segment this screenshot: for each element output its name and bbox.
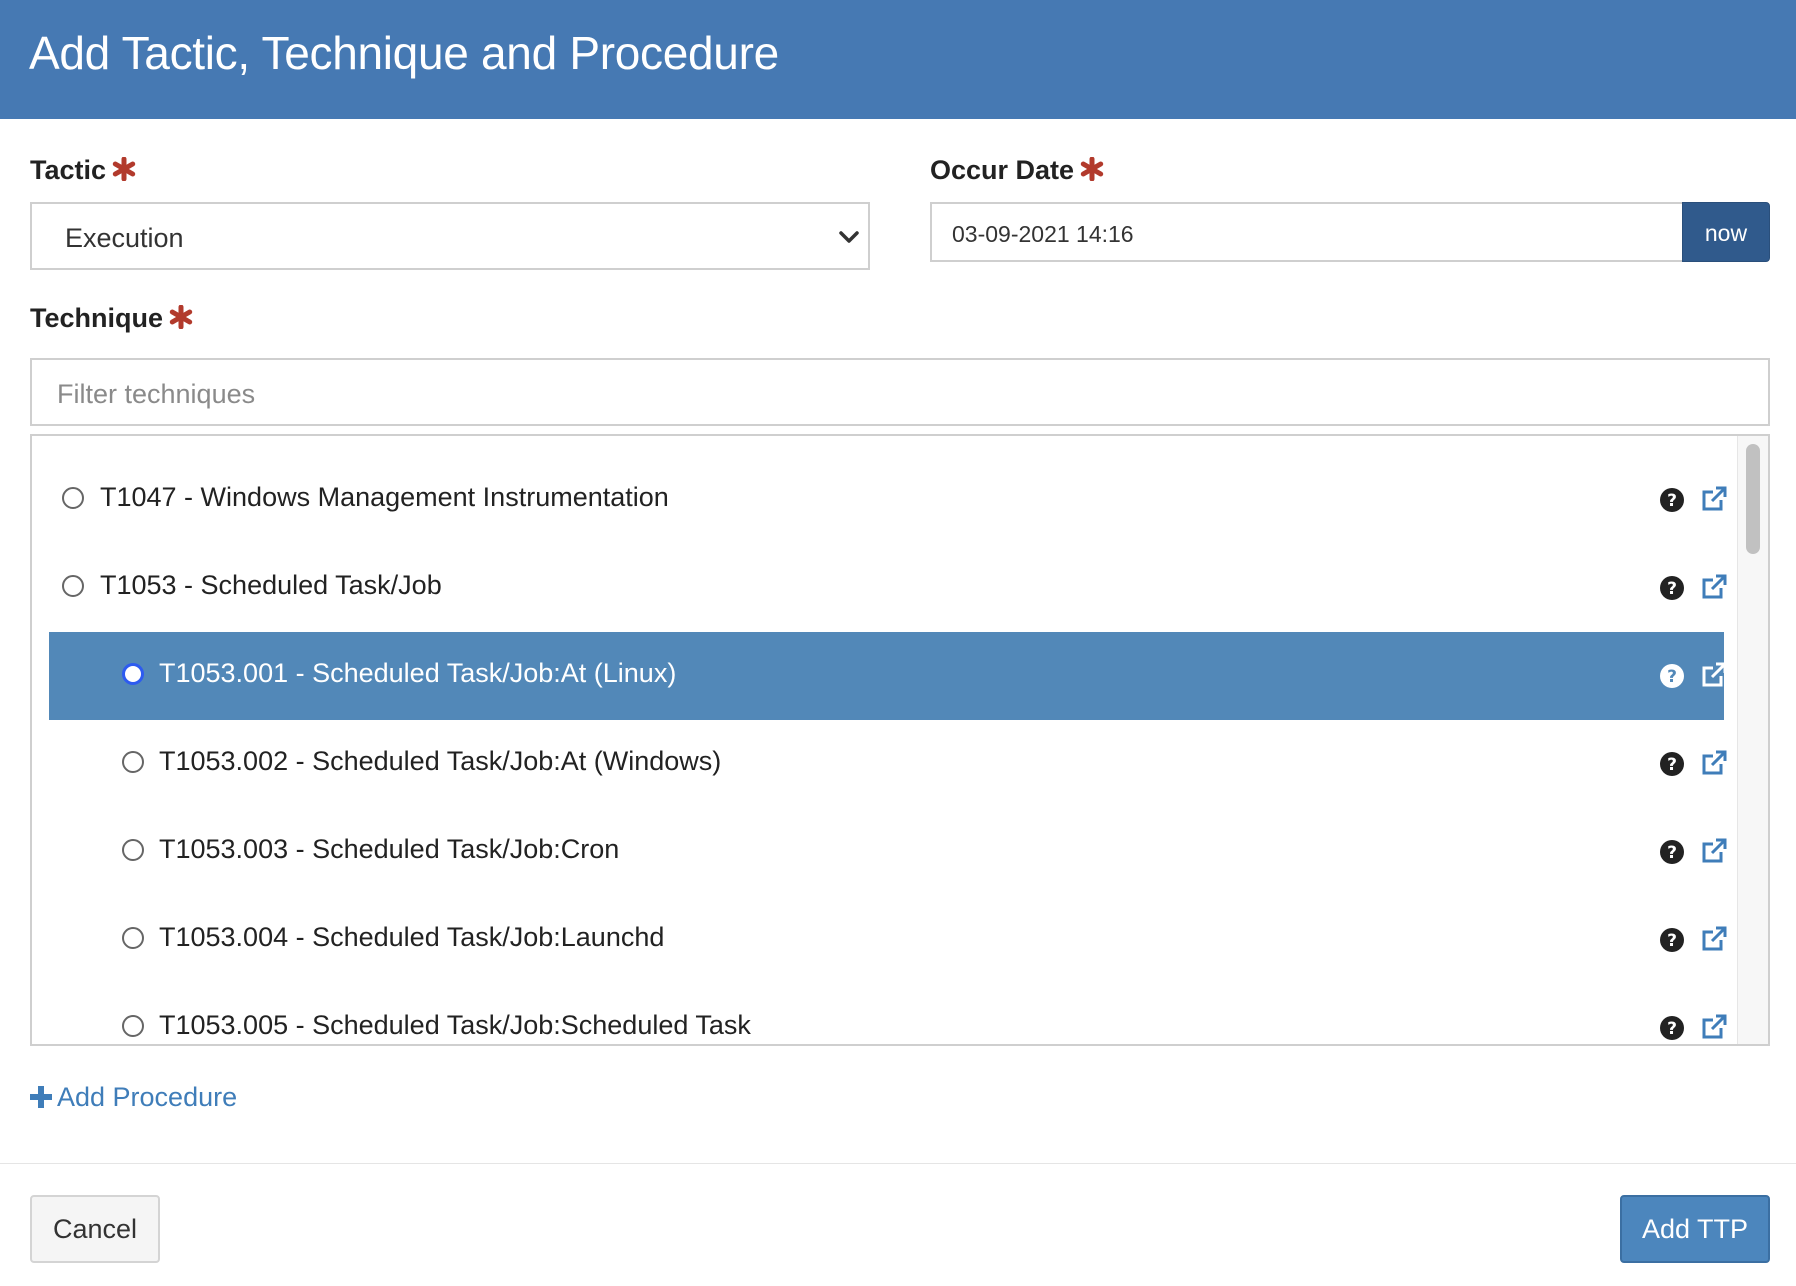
- add-ttp-button[interactable]: Add TTP: [1620, 1195, 1770, 1263]
- help-icon[interactable]: ?: [1659, 927, 1685, 958]
- required-asterisk-icon: [169, 303, 193, 333]
- technique-row[interactable]: T1053 - Scheduled Task/Job ?: [49, 544, 1727, 632]
- svg-text:?: ?: [1667, 667, 1677, 687]
- external-link-icon[interactable]: [1699, 836, 1729, 871]
- technique-label: T1053.005 - Scheduled Task/Job:Scheduled…: [159, 1010, 751, 1040]
- add-procedure-label: Add Procedure: [57, 1082, 238, 1112]
- technique-radio[interactable]: [122, 1015, 144, 1037]
- technique-label: T1047 - Windows Management Instrumentati…: [100, 482, 669, 512]
- add-procedure-link[interactable]: Add Procedure: [29, 1082, 237, 1113]
- external-link-icon[interactable]: [1699, 484, 1729, 519]
- svg-text:?: ?: [1667, 491, 1677, 511]
- external-link-icon[interactable]: [1699, 660, 1729, 695]
- occur-date-input[interactable]: 03-09-2021 14:16: [930, 202, 1683, 262]
- technique-radio[interactable]: [62, 487, 84, 509]
- svg-text:?: ?: [1667, 931, 1677, 951]
- external-link-icon[interactable]: [1699, 572, 1729, 607]
- filter-techniques-input[interactable]: Filter techniques: [30, 358, 1770, 426]
- external-link-icon[interactable]: [1699, 1012, 1729, 1044]
- external-link-icon[interactable]: [1699, 924, 1729, 959]
- help-icon[interactable]: ?: [1659, 1015, 1685, 1044]
- tactic-label-text: Tactic: [30, 155, 107, 185]
- tactic-label: Tactic: [30, 155, 136, 186]
- technique-label: T1053.004 - Scheduled Task/Job:Launchd: [159, 922, 665, 952]
- occur-date-value: 03-09-2021 14:16: [952, 221, 1134, 247]
- scrollbar-thumb[interactable]: [1746, 444, 1760, 554]
- occur-date-label-text: Occur Date: [930, 155, 1075, 185]
- svg-text:?: ?: [1667, 579, 1677, 599]
- technique-radio[interactable]: [122, 663, 144, 685]
- technique-label: Technique: [30, 303, 193, 334]
- help-icon[interactable]: ?: [1659, 751, 1685, 782]
- external-link-icon[interactable]: [1699, 748, 1729, 783]
- chevron-down-icon: [836, 226, 862, 253]
- technique-radio[interactable]: [122, 839, 144, 861]
- technique-label: T1053.003 - Scheduled Task/Job:Cron: [159, 834, 620, 864]
- required-asterisk-icon: [112, 155, 136, 185]
- svg-text:?: ?: [1667, 1019, 1677, 1039]
- technique-label: T1053.002 - Scheduled Task/Job:At (Windo…: [159, 746, 722, 776]
- svg-text:?: ?: [1667, 755, 1677, 775]
- required-asterisk-icon: [1080, 155, 1104, 185]
- tactic-select-value: Execution: [65, 223, 184, 253]
- dialog-header: Add Tactic, Technique and Procedure: [0, 0, 1796, 119]
- help-icon[interactable]: ?: [1659, 839, 1685, 870]
- dialog-title: Add Tactic, Technique and Procedure: [29, 27, 779, 79]
- technique-label-text: Technique: [30, 303, 164, 333]
- svg-text:?: ?: [1667, 843, 1677, 863]
- list-scrollbar[interactable]: [1737, 436, 1768, 1044]
- filter-techniques-placeholder: Filter techniques: [57, 379, 256, 409]
- occur-date-label: Occur Date: [930, 155, 1104, 186]
- help-icon[interactable]: ?: [1659, 487, 1685, 518]
- technique-row-selected[interactable]: T1053.001 - Scheduled Task/Job:At (Linux…: [49, 632, 1727, 720]
- technique-row[interactable]: T1053.003 - Scheduled Task/Job:Cron ?: [49, 808, 1727, 896]
- technique-radio[interactable]: [62, 575, 84, 597]
- technique-radio[interactable]: [122, 927, 144, 949]
- technique-label: T1053 - Scheduled Task/Job: [100, 570, 442, 600]
- technique-row[interactable]: T1053.004 - Scheduled Task/Job:Launchd ?: [49, 896, 1727, 984]
- technique-row[interactable]: T1053.005 - Scheduled Task/Job:Scheduled…: [49, 984, 1727, 1044]
- technique-label: T1053.001 - Scheduled Task/Job:At (Linux…: [159, 658, 677, 688]
- help-icon[interactable]: ?: [1659, 663, 1685, 694]
- cancel-button[interactable]: Cancel: [30, 1195, 160, 1263]
- technique-list[interactable]: T1047 - Windows Management Instrumentati…: [30, 434, 1770, 1046]
- help-icon[interactable]: ?: [1659, 575, 1685, 606]
- plus-icon: [30, 1086, 52, 1108]
- now-button[interactable]: now: [1682, 202, 1770, 262]
- technique-row[interactable]: T1053.002 - Scheduled Task/Job:At (Windo…: [49, 720, 1727, 808]
- footer-divider: [0, 1163, 1796, 1164]
- technique-row[interactable]: T1047 - Windows Management Instrumentati…: [49, 456, 1727, 544]
- tactic-select[interactable]: Execution: [30, 202, 870, 270]
- technique-radio[interactable]: [122, 751, 144, 773]
